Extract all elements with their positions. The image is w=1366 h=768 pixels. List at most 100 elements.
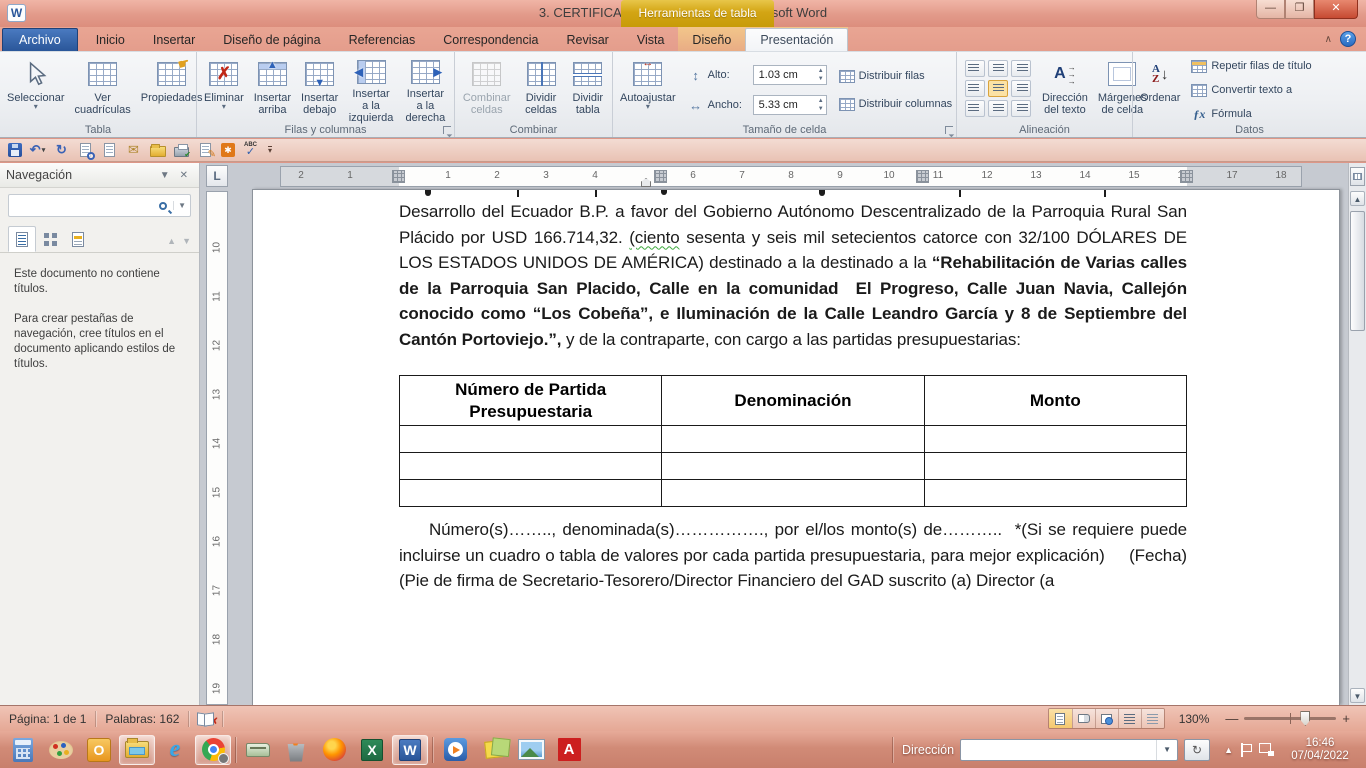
undo-icon[interactable]: ↶▾ [29, 142, 46, 159]
edit-icon[interactable]: ✎ [197, 142, 214, 159]
taskbar-word-icon[interactable]: W [392, 735, 428, 765]
pane-options-icon[interactable]: ▼ [155, 170, 175, 181]
fullscreen-reading-view-button[interactable] [1072, 709, 1095, 728]
spellcheck-icon[interactable]: ABC✓ [242, 142, 259, 159]
taskbar-clock[interactable]: 16:46 07/04/2022 [1284, 737, 1356, 763]
insertar-izquierda-button[interactable]: ◀ Insertar a la izquierda [343, 55, 398, 125]
autoajustar-button[interactable]: ↔ Autoajustar ▾ [615, 55, 681, 125]
convertir-texto-button[interactable]: Convertir texto a [1191, 79, 1311, 101]
paragraph-1[interactable]: Desarrollo del Ecuador B.P. a favor del … [399, 199, 1187, 352]
table-header-cell[interactable]: Denominación [662, 376, 924, 426]
zoom-in-icon[interactable]: + [1336, 711, 1356, 726]
document-search-box[interactable]: ▼ [8, 194, 191, 217]
redo-icon[interactable]: ↻ [53, 142, 70, 159]
dividir-celdas-button[interactable]: Dividir celdas [516, 55, 565, 125]
formula-button[interactable]: ƒx Fórmula [1191, 103, 1311, 125]
taskbar-calculator-icon[interactable] [5, 735, 41, 765]
address-dropdown-icon[interactable]: ▼ [1156, 740, 1177, 760]
zoom-out-icon[interactable]: — [1219, 711, 1244, 726]
taskbar-internet-explorer-icon[interactable]: e [157, 735, 193, 765]
pane-close-icon[interactable]: ✕ [175, 170, 193, 181]
save-icon[interactable] [8, 143, 22, 157]
table-header-cell[interactable]: Número de Partida Presupuestaria [400, 376, 662, 426]
ribbon-tab[interactable]: Diseño de página [209, 29, 334, 51]
taskbar-firefox-icon[interactable] [316, 735, 352, 765]
address-input[interactable]: ▼ [960, 739, 1178, 761]
ver-cuadriculas-button[interactable]: Ver cuadrículas [69, 55, 135, 125]
ribbon-tab[interactable]: Referencias [335, 29, 430, 51]
table-cell[interactable] [662, 426, 924, 453]
taskbar-shredder-icon[interactable] [278, 735, 314, 765]
proofing-errors-icon[interactable]: ✗ [197, 713, 214, 725]
taskbar-scanner-icon[interactable] [240, 735, 276, 765]
tab-archivo[interactable]: Archivo [2, 28, 78, 51]
close-button[interactable]: ✕ [1314, 0, 1358, 19]
zoom-slider[interactable] [1244, 717, 1336, 720]
align-top-center-button[interactable] [988, 60, 1008, 77]
web-layout-view-button[interactable] [1095, 709, 1118, 728]
zoom-level[interactable]: 130% [1179, 712, 1210, 726]
scrollbar-thumb[interactable] [1350, 211, 1365, 331]
browse-results-tab[interactable] [64, 226, 92, 252]
align-bottom-right-button[interactable] [1011, 100, 1031, 117]
table-column-marker-icon[interactable] [1180, 170, 1193, 183]
paragraph-2[interactable]: Número(s)…….., denominada(s)……………., por … [399, 517, 1187, 594]
taskbar-paint-icon[interactable] [43, 735, 79, 765]
dividir-tabla-button[interactable]: Dividir tabla [566, 55, 610, 125]
quick-print-icon[interactable] [173, 142, 190, 159]
spinner-arrows-icon[interactable]: ▲▼ [818, 67, 824, 83]
previous-heading-icon[interactable]: ▲ [167, 236, 176, 246]
ribbon-tab[interactable]: Insertar [139, 29, 209, 51]
align-top-left-button[interactable] [965, 60, 985, 77]
taskbar-excel-icon[interactable]: X [354, 735, 390, 765]
table-cell[interactable] [400, 480, 662, 507]
ancho-input[interactable]: 5.33 cm ▲▼ [753, 95, 827, 115]
page-count-status[interactable]: Página: 1 de 1 [0, 712, 95, 726]
table-cell[interactable] [924, 453, 1186, 480]
ordenar-button[interactable]: AZ↓ Ordenar [1135, 55, 1185, 125]
direccion-texto-button[interactable]: A→→→ Dirección del texto [1037, 55, 1093, 125]
dialog-launcher-icon[interactable] [945, 126, 953, 134]
scroll-up-icon[interactable]: ▲ [1350, 191, 1365, 206]
browse-pages-tab[interactable] [36, 226, 64, 252]
table-column-marker-icon[interactable] [654, 170, 667, 183]
taskbar-media-player-icon[interactable] [437, 735, 473, 765]
zoom-slider-thumb[interactable] [1300, 711, 1310, 726]
insertar-debajo-button[interactable]: ▼ Insertar debajo [296, 55, 343, 125]
table-cell[interactable] [400, 453, 662, 480]
taskbar-sticky-notes-icon[interactable] [475, 735, 511, 765]
spinner-arrows-icon[interactable]: ▲▼ [818, 97, 824, 113]
taskbar-autocad-icon[interactable]: A [551, 735, 587, 765]
print-layout-view-button[interactable] [1049, 709, 1072, 728]
search-icon[interactable] [159, 202, 167, 210]
next-heading-icon[interactable]: ▼ [182, 236, 191, 246]
align-center-left-button[interactable] [965, 80, 985, 97]
taskbar-outlook-icon[interactable]: O [81, 735, 117, 765]
table-header-cell[interactable]: Monto [924, 376, 1186, 426]
vertical-scrollbar[interactable]: ▲ ▼ [1348, 163, 1366, 705]
collapse-ribbon-icon[interactable]: ∧ [1325, 34, 1332, 45]
search-input[interactable] [13, 199, 159, 213]
align-bottom-left-button[interactable] [965, 100, 985, 117]
network-icon[interactable] [1259, 743, 1274, 756]
align-bottom-center-button[interactable] [988, 100, 1008, 117]
minimize-button[interactable]: — [1256, 0, 1285, 19]
table-column-marker-icon[interactable] [916, 170, 929, 183]
open-folder-icon[interactable] [149, 142, 166, 159]
seleccionar-button[interactable]: Seleccionar ▾ [2, 55, 69, 125]
outline-view-button[interactable] [1118, 709, 1141, 728]
eliminar-button[interactable]: ✗ Eliminar ▾ [199, 55, 249, 125]
horizontal-ruler[interactable]: 21 12346789101112131415 161718 [280, 166, 1302, 187]
address-go-icon[interactable]: ↻ [1184, 739, 1210, 761]
action-center-flag-icon[interactable] [1241, 743, 1251, 757]
ribbon-tab[interactable]: Correspondencia [429, 29, 552, 51]
combinar-celdas-button[interactable]: Combinar celdas [457, 55, 516, 125]
tab-presentacion[interactable]: Presentación [745, 28, 848, 51]
repetir-filas-button[interactable]: Repetir filas de título [1191, 55, 1311, 77]
ribbon-tab[interactable]: Vista [623, 29, 679, 51]
word-count-status[interactable]: Palabras: 162 [96, 712, 188, 726]
table-cell[interactable] [662, 480, 924, 507]
insertar-derecha-button[interactable]: ▶ Insertar a la derecha [399, 55, 452, 125]
vertical-ruler[interactable]: 10111213141516171819 [206, 191, 228, 705]
macro-icon[interactable]: ✱ [221, 143, 235, 157]
